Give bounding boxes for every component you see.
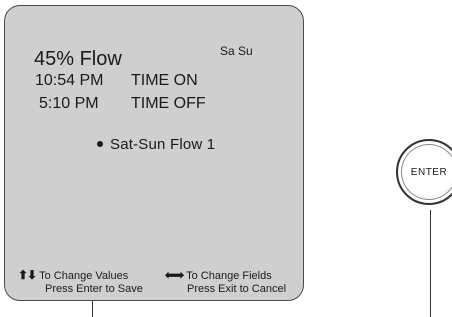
change-values-text: To Change Values <box>39 270 129 282</box>
program-name: Sat-Sun Flow 1 <box>97 136 215 153</box>
save-hint: Press Enter to Save <box>45 283 143 295</box>
time-off-row: 5:10 PM TIME OFF <box>39 95 206 113</box>
time-on-row: 10:54 PM TIME ON <box>35 72 198 90</box>
flow-percent: 45% Flow <box>34 48 122 70</box>
change-fields-hint: ⬅➡ To Change Fields <box>165 268 272 282</box>
change-values-hint: ⬆⬇ To Change Values <box>18 268 128 282</box>
time-on-value: 10:54 PM <box>35 72 104 89</box>
program-label: Sat-Sun Flow 1 <box>110 136 216 153</box>
time-off-label: TIME OFF <box>131 95 206 112</box>
bullet-icon <box>97 141 103 147</box>
time-on-label: TIME ON <box>131 72 198 89</box>
left-right-arrows-icon: ⬅➡ <box>165 268 184 282</box>
time-off-value: 5:10 PM <box>39 95 99 112</box>
cancel-hint: Press Exit to Cancel <box>187 283 287 295</box>
callout-line-screen <box>92 300 93 317</box>
enter-button[interactable]: ENTER <box>396 139 452 205</box>
change-fields-text: To Change Fields <box>186 270 272 282</box>
up-down-arrows-icon: ⬆⬇ <box>18 268 37 282</box>
days-label: Sa Su <box>220 44 253 58</box>
callout-line-enter <box>430 210 431 317</box>
enter-button-label: ENTER <box>410 166 448 178</box>
lcd-screen: 45% Flow Sa Su 10:54 PM TIME ON 5:10 PM TI… <box>4 5 304 301</box>
